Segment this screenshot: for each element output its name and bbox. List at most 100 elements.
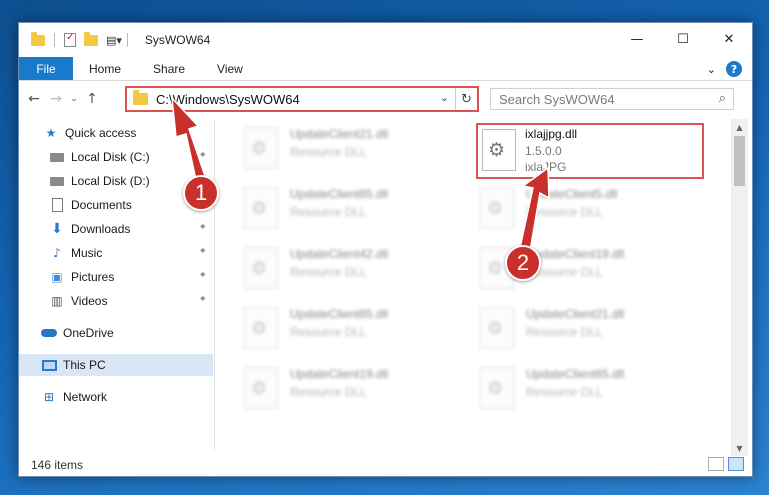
file-name: UpdateClient21.dll — [526, 307, 625, 321]
details-view-icon[interactable] — [708, 457, 724, 471]
file-type: Resource DLL — [290, 205, 367, 219]
cloud-icon — [41, 326, 57, 340]
forward-button[interactable]: → — [45, 91, 67, 107]
dll-file-icon — [244, 307, 278, 349]
star-icon: ★ — [45, 126, 57, 140]
disk-icon — [49, 150, 65, 164]
address-bar[interactable]: C:\Windows\SysWOW64 ⌄ ↻ — [125, 86, 479, 112]
disk-icon — [49, 174, 65, 188]
view-toggle — [708, 457, 744, 471]
recent-locations-button[interactable]: ⌄ — [67, 94, 81, 104]
minimize-button[interactable]: — — [614, 23, 660, 56]
file-name: UpdateClient65.dll — [290, 187, 389, 201]
search-placeholder: Search SysWOW64 — [499, 91, 615, 107]
tab-share[interactable]: Share — [137, 62, 201, 76]
quick-access-toolbar: ▤▾ — [27, 31, 133, 47]
scrollbar-thumb[interactable] — [734, 136, 745, 186]
sidebar-item-label: OneDrive — [63, 326, 114, 340]
address-dropdown-icon[interactable]: ⌄ — [440, 91, 449, 104]
customize-toolbar-icon[interactable]: ▤▾ — [106, 34, 122, 47]
new-folder-icon[interactable] — [84, 31, 98, 46]
sidebar-item-network[interactable]: ⊞ Network — [19, 386, 213, 408]
sidebar-item-onedrive[interactable]: OneDrive — [19, 322, 213, 344]
file-item[interactable]: UpdateClient65.dll Resource DLL — [480, 365, 700, 415]
properties-icon[interactable] — [64, 32, 76, 47]
explorer-window: ▤▾ SysWOW64 — ☐ ✕ File Home Share View ⌄… — [18, 22, 753, 477]
expand-ribbon-icon[interactable]: ⌄ — [707, 63, 716, 76]
maximize-button[interactable]: ☐ — [660, 23, 706, 56]
navigation-bar: ← → ⌄ ↑ C:\Windows\SysWOW64 ⌄ ↻ Search S… — [19, 82, 752, 116]
file-version: 1.5.0.0 — [525, 144, 562, 158]
file-item[interactable]: UpdateClient5.dll Resource DLL — [480, 185, 700, 235]
pin-icon[interactable]: ✦ — [199, 150, 207, 161]
pin-icon[interactable]: ✦ — [199, 246, 207, 257]
file-type: Resource DLL — [526, 385, 603, 399]
file-name: ixlajjpg.dll — [525, 127, 578, 141]
dll-file-icon — [480, 307, 514, 349]
annotation-badge-2: 2 — [505, 245, 541, 281]
close-button[interactable]: ✕ — [706, 23, 752, 56]
music-icon: ♪ — [53, 246, 61, 260]
search-input[interactable]: Search SysWOW64 ⌕ — [490, 88, 734, 110]
search-icon[interactable]: ⌕ — [719, 91, 726, 106]
file-item[interactable]: UpdateClient19.dll Resource DLL — [244, 365, 464, 415]
file-type: Resource DLL — [290, 385, 367, 399]
file-item[interactable]: UpdateClient65.dll Resource DLL — [244, 305, 464, 355]
highlighted-file-item[interactable]: ixlajjpg.dll 1.5.0.0 ixlaJPG — [476, 123, 704, 179]
ribbon-right: ⌄ ? — [707, 61, 742, 77]
sidebar-item-label: Music — [71, 246, 103, 260]
dll-file-icon — [244, 127, 278, 169]
ribbon-tabs: File Home Share View ⌄ ? — [19, 57, 752, 81]
status-bar: 146 items — [19, 454, 752, 476]
sidebar-item-pictures[interactable]: ▣ Pictures ✦ — [19, 266, 213, 288]
address-path[interactable]: C:\Windows\SysWOW64 — [156, 92, 300, 107]
sidebar-item-label: Videos — [71, 294, 108, 308]
file-name: UpdateClient42.dll — [290, 247, 389, 261]
toolbar-separator — [54, 33, 55, 47]
window-controls: — ☐ ✕ — [614, 23, 752, 56]
file-item[interactable]: UpdateClient65.dll Resource DLL — [244, 185, 464, 235]
pin-icon[interactable]: ✦ — [199, 222, 207, 233]
pin-icon[interactable]: ✦ — [199, 270, 207, 281]
large-icons-view-icon[interactable] — [728, 457, 744, 471]
sidebar-item-downloads[interactable]: ⬇ Downloads ✦ — [19, 218, 213, 240]
folder-icon — [133, 90, 148, 105]
file-item[interactable]: UpdateClient21.dll Resource DLL — [480, 305, 700, 355]
tab-file[interactable]: File — [19, 57, 73, 80]
sidebar-item-this-pc[interactable]: This PC — [19, 354, 213, 376]
sidebar-item-videos[interactable]: ▥ Videos ✦ — [19, 290, 213, 312]
file-description: ixlaJPG — [525, 160, 567, 174]
window-title: SysWOW64 — [144, 33, 211, 47]
help-icon[interactable]: ? — [726, 61, 742, 77]
tab-view[interactable]: View — [201, 62, 259, 76]
back-button[interactable]: ← — [23, 91, 45, 107]
title-bar: ▤▾ SysWOW64 — ☐ ✕ — [19, 23, 752, 57]
vertical-scrollbar[interactable]: ▲ ▼ — [731, 119, 748, 456]
folder-icon[interactable] — [31, 31, 45, 46]
refresh-button[interactable]: ↻ — [455, 88, 477, 110]
sidebar-item-quick-access[interactable]: ★ Quick access — [19, 122, 213, 144]
up-button[interactable]: ↑ — [81, 91, 103, 107]
scroll-up-icon[interactable]: ▲ — [731, 119, 748, 135]
sidebar-item-label: Local Disk (D:) — [71, 174, 150, 188]
videos-icon: ▥ — [51, 294, 63, 308]
file-name: UpdateClient19.dll — [290, 367, 389, 381]
sidebar-item-label: Pictures — [71, 270, 115, 284]
file-name: UpdateClient5.dll — [526, 187, 618, 201]
tab-home[interactable]: Home — [73, 62, 137, 76]
sidebar-item-label: This PC — [63, 358, 106, 372]
file-name: UpdateClient21.dll — [290, 127, 389, 141]
file-item[interactable]: UpdateClient42.dll Resource DLL — [244, 245, 464, 295]
dll-file-icon — [244, 367, 278, 409]
network-icon: ⊞ — [43, 390, 55, 404]
file-item[interactable]: UpdateClient21.dll Resource DLL — [244, 125, 464, 175]
pin-icon[interactable]: ✦ — [199, 294, 207, 305]
file-name: UpdateClient65.dll — [526, 367, 625, 381]
sidebar-item-label: Documents — [71, 198, 132, 212]
sidebar-item-local-disk-c[interactable]: Local Disk (C:) ✦ — [19, 146, 213, 168]
pictures-icon: ▣ — [51, 270, 63, 284]
sidebar-item-music[interactable]: ♪ Music ✦ — [19, 242, 213, 264]
file-type: Resource DLL — [290, 325, 367, 339]
dll-file-icon — [480, 187, 514, 229]
toolbar-separator — [126, 33, 128, 47]
